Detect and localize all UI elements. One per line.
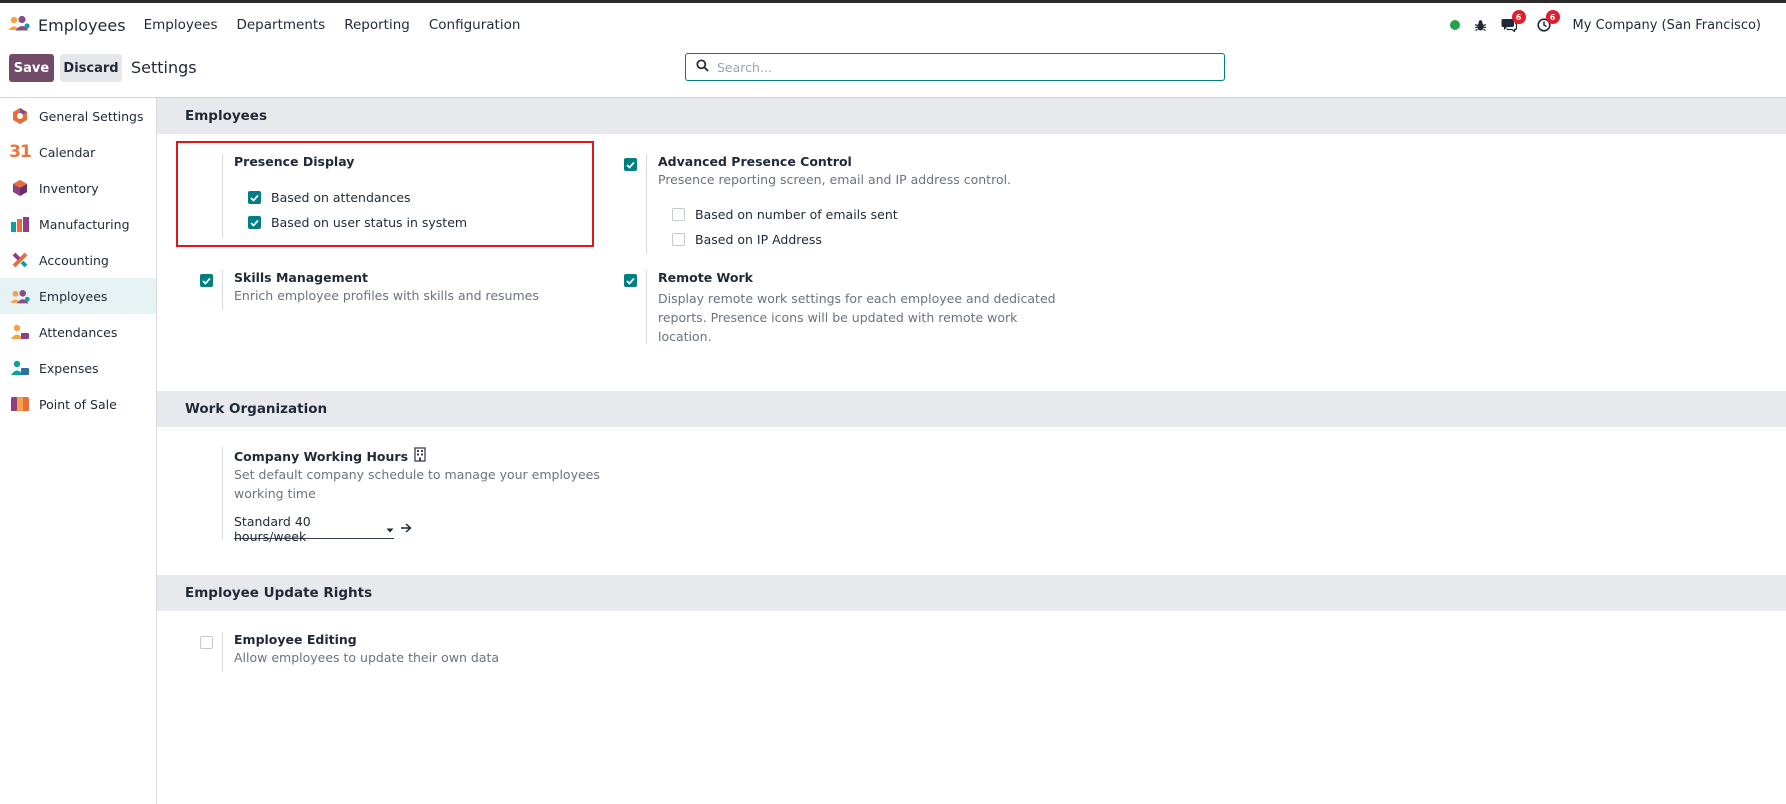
sidebar-item-expenses[interactable]: Expenses <box>0 350 156 386</box>
activity-count-badge: 6 <box>1545 10 1560 24</box>
general-settings-icon <box>10 106 30 126</box>
option-label: Based on number of emails sent <box>695 207 898 222</box>
working-hours-heading: Company Working Hours <box>234 447 426 466</box>
sidebar-item-label: Calendar <box>39 144 96 160</box>
menu-configuration[interactable]: Configuration <box>429 17 521 33</box>
skills-title: Skills Management <box>234 270 368 285</box>
working-hours-select[interactable]: Standard 40 hours/week <box>234 514 394 544</box>
setting-employee-editing: Employee Editing Allow employees to upda… <box>222 632 582 672</box>
systray: 6 6 My Company (San Francisco) <box>1436 3 1761 47</box>
manufacturing-icon <box>10 214 30 234</box>
sidebar-item-accounting[interactable]: Accounting <box>0 242 156 278</box>
setting-divider <box>646 154 647 254</box>
section-header-work-organization: Work Organization <box>157 391 1786 427</box>
page-title: Settings <box>131 58 197 77</box>
accounting-icon <box>10 250 30 270</box>
settings-sidebar: General Settings 31 Calendar Inventory M… <box>0 98 157 804</box>
search-box[interactable] <box>685 53 1225 81</box>
setting-skills-management: Skills Management Enrich employee profil… <box>222 270 582 310</box>
remote-work-checkbox[interactable] <box>624 274 637 287</box>
emails-checkbox[interactable] <box>672 208 685 221</box>
discard-button[interactable]: Discard <box>60 54 122 82</box>
option-label: Based on IP Address <box>695 232 822 247</box>
working-hours-desc: Set default company schedule to manage y… <box>234 467 600 501</box>
working-hours-field: Standard 40 hours/week <box>234 514 412 544</box>
section-header-employee-update-rights: Employee Update Rights <box>157 575 1786 611</box>
search-icon <box>696 58 709 76</box>
dropdown-caret-icon <box>386 521 394 536</box>
employee-editing-checkbox[interactable] <box>200 636 213 649</box>
sidebar-item-manufacturing[interactable]: Manufacturing <box>0 206 156 242</box>
main-navbar: Employees Employees Departments Reportin… <box>0 3 1786 47</box>
working-hours-title: Company Working Hours <box>234 449 409 464</box>
attendances-icon <box>10 322 30 342</box>
sidebar-item-general-settings[interactable]: General Settings <box>0 98 156 134</box>
sidebar-item-label: Attendances <box>39 324 118 340</box>
employee-editing-title: Employee Editing <box>234 632 357 647</box>
sidebar-item-label: General Settings <box>39 108 144 124</box>
employee-editing-desc: Allow employees to update their own data <box>234 650 500 665</box>
sidebar-item-label: Point of Sale <box>39 396 117 412</box>
setting-divider <box>222 270 223 310</box>
advanced-presence-title: Advanced Presence Control <box>658 154 852 169</box>
remote-work-desc: Display remote work settings for each em… <box>658 291 1056 344</box>
highlight-box <box>176 141 594 247</box>
company-switcher[interactable]: My Company (San Francisco) <box>1573 18 1761 33</box>
sidebar-item-attendances[interactable]: Attendances <box>0 314 156 350</box>
option-based-on-ip[interactable]: Based on IP Address <box>672 232 822 247</box>
sidebar-item-inventory[interactable]: Inventory <box>0 170 156 206</box>
sidebar-item-label: Employees <box>39 288 108 304</box>
menu-departments[interactable]: Departments <box>236 17 325 33</box>
point-of-sale-icon <box>10 394 30 414</box>
activity-clock-icon[interactable]: 6 <box>1536 10 1560 32</box>
online-status-icon <box>1449 20 1460 30</box>
menu-reporting[interactable]: Reporting <box>344 17 410 33</box>
option-based-on-emails[interactable]: Based on number of emails sent <box>672 207 898 222</box>
setting-divider <box>222 447 223 539</box>
top-menu: Employees Departments Reporting Configur… <box>144 17 540 33</box>
sidebar-item-label: Inventory <box>39 180 99 196</box>
setting-divider <box>222 632 223 672</box>
chat-count-badge: 6 <box>1511 10 1526 24</box>
expenses-icon <box>10 358 30 378</box>
advanced-presence-desc: Presence reporting screen, email and IP … <box>658 172 1012 187</box>
sidebar-item-label: Accounting <box>39 252 109 268</box>
calendar-icon: 31 <box>9 142 32 162</box>
company-building-icon <box>414 447 426 466</box>
section-header-employees: Employees <box>157 98 1786 134</box>
ip-address-checkbox[interactable] <box>672 233 685 246</box>
advanced-presence-checkbox[interactable] <box>624 158 637 171</box>
skills-management-checkbox[interactable] <box>200 274 213 287</box>
control-panel: Save Discard Settings <box>0 50 1786 98</box>
employees-icon <box>10 286 30 306</box>
sidebar-item-employees[interactable]: Employees <box>0 278 156 314</box>
setting-remote-work: Remote Work Display remote work settings… <box>646 270 1056 344</box>
employees-app-icon <box>8 15 30 35</box>
setting-divider <box>646 270 647 344</box>
sidebar-item-calendar[interactable]: 31 Calendar <box>0 134 156 170</box>
settings-content: Employees Presence Display Based on atte… <box>157 98 1786 804</box>
save-button[interactable]: Save <box>9 54 54 82</box>
open-record-arrow-icon[interactable] <box>400 522 412 537</box>
app-name: Employees <box>38 15 126 35</box>
skills-desc: Enrich employee profiles with skills and… <box>234 288 539 303</box>
debug-bug-icon[interactable] <box>1474 19 1487 32</box>
search-input[interactable] <box>717 59 1197 75</box>
menu-employees[interactable]: Employees <box>144 17 218 33</box>
app-brand[interactable]: Employees <box>8 15 126 35</box>
inventory-icon <box>10 178 30 198</box>
chat-messages-icon[interactable]: 6 <box>1501 10 1526 32</box>
sidebar-item-point-of-sale[interactable]: Point of Sale <box>0 386 156 422</box>
sidebar-item-label: Expenses <box>39 360 99 376</box>
sidebar-item-label: Manufacturing <box>39 216 130 232</box>
